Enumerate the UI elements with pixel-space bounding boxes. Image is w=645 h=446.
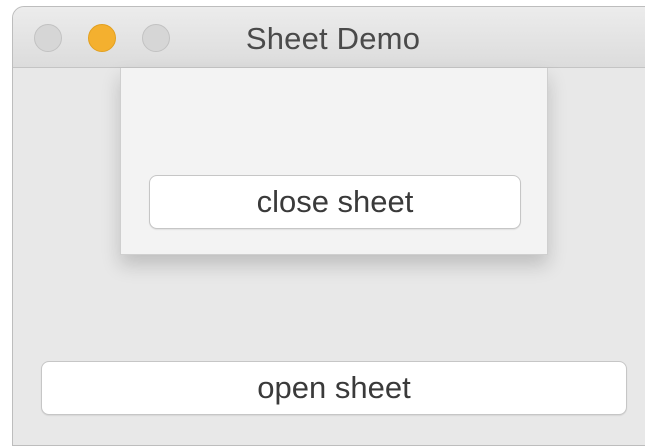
- zoom-window-button[interactable]: [142, 24, 170, 52]
- app-window: Sheet Demo close sheet open sheet: [12, 6, 645, 446]
- title-bar[interactable]: Sheet Demo: [13, 7, 645, 68]
- close-window-button[interactable]: [34, 24, 62, 52]
- sheet-panel: close sheet: [120, 68, 548, 255]
- window-title: Sheet Demo: [245, 21, 421, 56]
- open-sheet-button[interactable]: open sheet: [41, 361, 627, 415]
- close-sheet-button[interactable]: close sheet: [149, 175, 521, 229]
- minimize-window-button[interactable]: [88, 24, 116, 52]
